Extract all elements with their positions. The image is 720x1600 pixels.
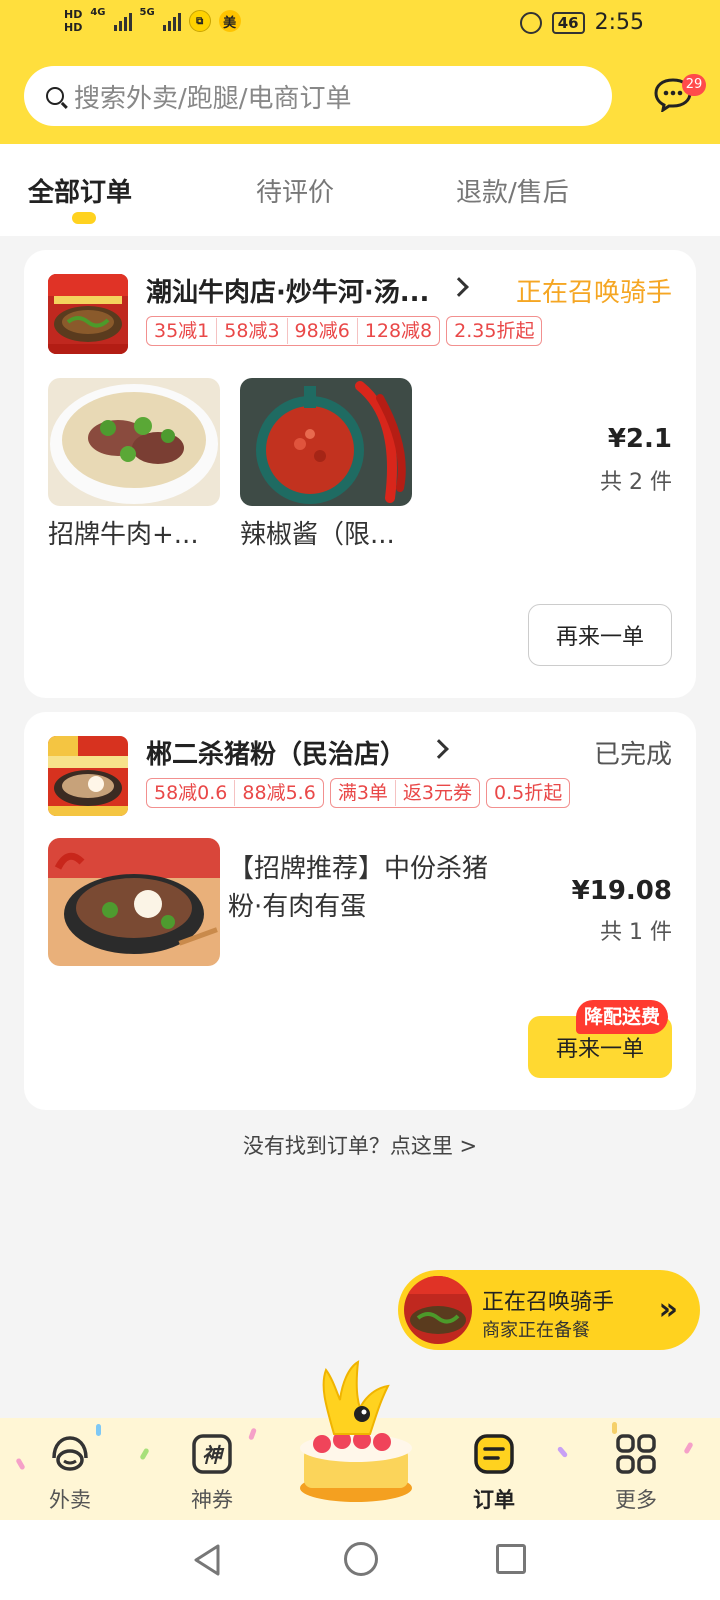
promo-group: 35减1 58减3 98减6 128减8 [146,316,441,346]
rider-status-float[interactable]: 正在召唤骑手 商家正在备餐 » [398,1270,700,1350]
recent-apps-icon[interactable] [496,1544,526,1574]
double-chevron-right-icon: » [658,1292,678,1327]
chevron-right-icon[interactable] [449,277,469,297]
nav-orders[interactable]: 订单 [458,1432,530,1514]
order-card[interactable]: 潮汕牛肉店·炒牛河·汤... 正在召唤骑手 35减1 58减3 98减6 128减8 … [24,250,696,698]
order-card[interactable]: 郴二杀猪粉（民治店） 已完成 58减0.6 88减5.6 满3单 返3元券 0.5折… [24,712,696,1110]
item-image [240,378,412,506]
header: HD HD 4G 5G ⧉ 美 46 2:55 搜索外卖/跑腿/电商订单 29 [0,0,720,144]
tab-refund-aftersale[interactable]: 退款/售后 [456,172,569,209]
meituan-app-icon: 美 [218,10,241,32]
shop-logo[interactable] [48,274,128,354]
promo-group: 2.35折起 [446,316,543,346]
item-image [48,378,220,506]
shop-name[interactable]: 郴二杀猪粉（民治店） [146,734,406,771]
tab-pending-review[interactable]: 待评价 [256,172,334,209]
order-tabs: 全部订单 待评价 退款/售后 [0,144,720,236]
message-count-badge: 29 [682,74,706,96]
rider-status-title: 正在召唤骑手 [482,1290,615,1315]
signal-icon [113,11,132,31]
alarm-icon [519,11,542,34]
signal-icon [162,11,181,31]
promo-tags: 58减0.6 88减5.6 满3单 返3元券 0.5折起 [146,778,571,808]
item-name: 招牌牛肉+... [48,520,199,550]
coupon-icon: 神 [192,1434,232,1474]
home-icon[interactable] [344,1542,378,1576]
more-grid-icon [616,1434,656,1474]
reduced-delivery-fee-badge: 降配送费 [576,1000,669,1034]
item-image [48,838,220,966]
promo-group: 58减0.6 88减5.6 [146,778,324,808]
back-icon[interactable] [190,1542,224,1578]
order-not-found-link[interactable]: 没有找到订单？点这里 > [0,1130,720,1160]
tab-all-orders[interactable]: 全部订单 [28,172,132,209]
promo-group: 满3单 返3元券 [329,778,480,808]
clock: 2:55 [594,10,644,35]
reorder-button[interactable]: 再来一单 [528,604,672,666]
bottom-nav: 外卖 神 神券 订单 更多 [0,1360,720,1520]
item-name: 辣椒酱（限... [240,520,395,550]
order-icon [474,1434,514,1474]
copy-icon: ⧉ [188,10,211,32]
takeout-icon [52,1436,88,1471]
mascot-cake-icon[interactable] [296,1356,416,1506]
nav-label: 神券 [191,1488,233,1512]
shop-logo[interactable] [48,736,128,816]
shop-logo [404,1276,472,1344]
battery-indicator: 46 [551,11,585,34]
order-price: ¥2.1 [607,424,672,454]
nav-label: 订单 [473,1488,515,1512]
order-price: ¥19.08 [571,876,672,906]
status-bar: HD HD 4G 5G ⧉ 美 46 2:55 [0,0,720,50]
nav-takeout[interactable]: 外卖 [34,1432,106,1514]
system-nav-bar [0,1520,720,1600]
network-4g-label: 4G [90,7,106,18]
order-status: 正在召唤骑手 [515,278,672,308]
active-tab-indicator [72,212,96,224]
order-status: 已完成 [593,740,672,770]
rider-status-subtitle: 商家正在备餐 [482,1320,590,1341]
item-name: 【招牌推荐】中份杀猪粉·有肉有蛋 [228,854,489,922]
shop-name[interactable]: 潮汕牛肉店·炒牛河·汤... [146,272,429,309]
nav-label: 更多 [615,1488,657,1512]
promo-tags: 35减1 58减3 98减6 128减8 2.35折起 [146,316,543,346]
nav-coupon[interactable]: 神 神券 [176,1432,248,1514]
item-count: 共 1 件 [600,920,672,945]
hd-indicator: HD HD [64,8,83,34]
nav-more[interactable]: 更多 [600,1432,672,1514]
search-input[interactable]: 搜索外卖/跑腿/电商订单 [24,66,612,126]
search-placeholder: 搜索外卖/跑腿/电商订单 [74,83,352,114]
item-count: 共 2 件 [600,470,672,495]
search-icon [46,87,64,105]
chevron-right-icon[interactable] [429,739,449,759]
promo-group: 0.5折起 [486,778,571,808]
nav-label: 外卖 [49,1488,91,1512]
network-5g-label: 5G [139,7,155,18]
svg-text:神: 神 [202,1443,225,1467]
